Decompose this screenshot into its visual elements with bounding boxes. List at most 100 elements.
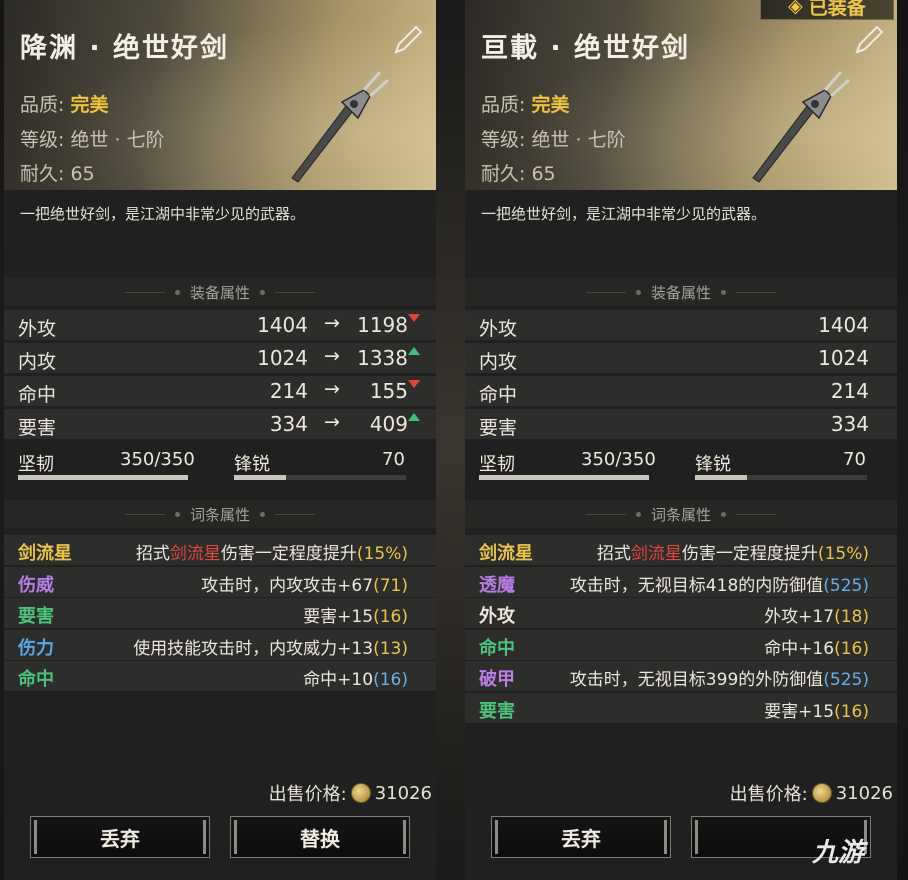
attr-value: 1024 — [818, 346, 869, 370]
attr-old-value: 334 — [269, 412, 308, 436]
affix-paren-open: ( — [817, 544, 825, 564]
affix-row: 外攻 外攻+17(18) — [465, 598, 897, 628]
grade-row: 等级: 绝世 · 七阶 — [481, 125, 626, 152]
affix-text-tail: 伤害一定程度提升 — [220, 544, 357, 564]
gauge-row: 坚韧 350/350 锋锐 70 — [4, 443, 436, 488]
attr-row: 命中 214 → 155 — [4, 376, 436, 406]
equipped-badge: ◈ 已装备 — [760, 0, 894, 20]
attr-name: 外攻 — [18, 318, 57, 340]
attr-name: 内攻 — [18, 351, 57, 373]
affix-max-value: 15% — [824, 544, 863, 564]
affix-description: 攻击时，无视目标418的内防御值(525) — [570, 571, 869, 596]
affix-text: 要害+15 — [303, 607, 374, 627]
affix-paren-close: ) — [401, 575, 408, 596]
affix-paren-close: ) — [401, 638, 408, 659]
affix-name: 破甲 — [479, 669, 515, 690]
item-panel-right: 亘載 · 绝世好剑 品质: 完美 等级: 绝世 · 七阶 耐久: 65 一把绝世… — [465, 0, 897, 880]
sharpness-label: 锋锐 — [695, 454, 731, 475]
item-title: 亘載 · 绝世好剑 — [481, 33, 691, 64]
equipped-label: 已装备 — [808, 0, 866, 19]
grade-row: 等级: 绝世 · 七阶 — [20, 125, 165, 152]
triangle-up-icon — [408, 413, 420, 421]
attr-row: 外攻 1404 → 1198 — [4, 310, 436, 340]
affix-max-value: 16 — [840, 701, 863, 722]
toughness-label: 坚韧 — [18, 454, 54, 475]
affix-section-header: 词条属性 — [4, 500, 436, 528]
affix-description: 使用技能攻击时，内攻威力+13(13) — [133, 634, 408, 659]
sharpness-value: 70 — [843, 449, 866, 470]
sharpness-bar-fill — [234, 475, 286, 480]
affix-max-value: 13 — [379, 638, 402, 659]
sharpness-bar-fill — [695, 475, 747, 480]
grade-value: 绝世 · 七阶 — [70, 129, 165, 151]
attr-new-value: 1198 — [357, 313, 408, 337]
affix-name: 透魔 — [479, 574, 515, 596]
affix-row: 剑流星 招式剑流星伤害一定程度提升(15%) — [465, 535, 897, 565]
affix-paren-open: ( — [823, 575, 830, 596]
attr-row: 命中 214 — [465, 376, 897, 406]
affix-paren-close: ) — [862, 544, 869, 564]
affix-paren-close: ) — [401, 544, 408, 564]
affix-description: 招式剑流星伤害一定程度提升(15%) — [597, 539, 869, 564]
triangle-up-icon — [408, 347, 420, 355]
affix-description: 攻击时，内攻攻击+67(71) — [201, 571, 408, 596]
affix-paren-close: ) — [862, 670, 869, 690]
pen-icon — [855, 25, 884, 54]
affix-row: 透魔 攻击时，无视目标418的内防御值(525) — [465, 566, 897, 597]
attr-name: 命中 — [479, 384, 518, 406]
sharpness-label: 锋锐 — [234, 454, 270, 475]
item-panel-left: 降渊 · 绝世好剑 品质: 完美 等级: 绝世 · 七阶 耐久: 65 一把绝世… — [4, 0, 436, 880]
durability-value: 65 — [531, 163, 556, 185]
affix-description: 命中+10(16) — [303, 665, 408, 690]
quality-label: 品质: — [481, 94, 526, 116]
quality-row: 品质: 完美 — [481, 90, 569, 117]
toughness-value: 350/350 — [581, 449, 656, 470]
affix-text: 攻击时，无视目标399的外防御值 — [569, 670, 824, 690]
affix-paren-open: ( — [356, 544, 364, 564]
attr-section-title: 装备属性 — [650, 283, 711, 302]
gauge-row: 坚韧 350/350 锋锐 70 — [465, 443, 897, 488]
affix-description: 攻击时，无视目标399的外防御值(525) — [570, 665, 869, 690]
affix-paren-open: ( — [823, 670, 830, 690]
durability-row: 耐久: 65 — [20, 159, 95, 186]
affix-paren-open: ( — [373, 670, 380, 690]
attr-row: 内攻 1024 — [465, 343, 897, 373]
affix-description: 招式剑流星伤害一定程度提升(15%) — [136, 539, 408, 564]
affix-text-tail: 伤害一定程度提升 — [681, 544, 818, 564]
affix-paren-open: ( — [834, 638, 841, 659]
durability-value: 65 — [70, 163, 95, 185]
sell-price: 出售价格: 31026 — [269, 780, 432, 806]
grade-label: 等级: — [20, 129, 65, 151]
replace-button[interactable]: 替换 — [230, 816, 410, 858]
arrow-right-icon: → — [324, 312, 340, 334]
attr-value: 1404 — [818, 313, 869, 337]
affix-text: 使用技能攻击时，内攻威力+13 — [133, 638, 374, 659]
item-description: 一把绝世好剑，是江湖中非常少见的武器。 — [481, 205, 767, 223]
affix-paren-open: ( — [373, 575, 380, 596]
price-value: 31026 — [835, 782, 893, 804]
affix-max-value: 16 — [840, 638, 863, 659]
durability-label: 耐久: — [481, 163, 526, 185]
grade-label: 等级: — [481, 129, 526, 151]
attr-value: 334 — [830, 412, 869, 436]
affix-description: 要害+15(16) — [303, 602, 408, 627]
affix-paren-close: ) — [862, 638, 869, 659]
affix-max-value: 15% — [363, 544, 402, 564]
affix-section-header: 词条属性 — [465, 500, 897, 528]
affix-paren-open: ( — [834, 607, 841, 627]
watermark-logo: 九游 — [812, 838, 865, 868]
affix-description: 外攻+17(18) — [764, 602, 869, 627]
pen-icon — [394, 25, 423, 54]
affix-max-value: 71 — [379, 575, 402, 596]
affix-text: 外攻+17 — [764, 607, 835, 627]
affix-text: 攻击时，内攻攻击+67 — [201, 575, 374, 596]
discard-button[interactable]: 丢弃 — [30, 816, 210, 858]
affix-name: 要害 — [479, 700, 515, 722]
durability-label: 耐久: — [20, 163, 65, 185]
affix-row: 伤威 攻击时，内攻攻击+67(71) — [4, 566, 436, 597]
coin-icon — [811, 783, 832, 803]
affix-paren-close: ) — [401, 670, 408, 690]
affix-row: 要害 要害+15(16) — [4, 598, 436, 628]
discard-button[interactable]: 丢弃 — [491, 816, 671, 858]
attr-name: 要害 — [479, 417, 518, 439]
